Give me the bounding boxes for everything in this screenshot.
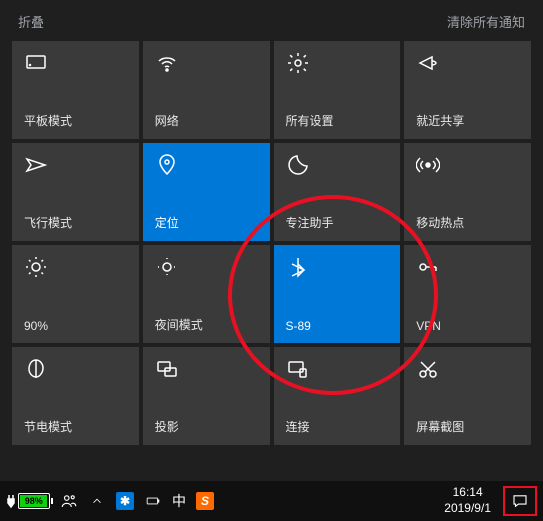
- moon-icon: [286, 153, 310, 177]
- action-center-button[interactable]: [503, 486, 537, 516]
- tile-airplane-mode[interactable]: 飞行模式: [12, 143, 139, 241]
- panel-header: 折叠 清除所有通知: [8, 8, 535, 41]
- clock[interactable]: 16:14 2019/9/1: [440, 485, 495, 516]
- tile-label: 屏幕截图: [416, 418, 519, 435]
- tile-label: 夜间模式: [155, 316, 258, 333]
- tile-all-settings[interactable]: 所有设置: [274, 41, 401, 139]
- tray-right: 16:14 2019/9/1: [440, 485, 537, 516]
- tile-label: 定位: [155, 214, 258, 231]
- clock-date: 2019/9/1: [444, 501, 491, 517]
- location-icon: [155, 153, 179, 177]
- tile-mobile-hotspot[interactable]: 移动热点: [404, 143, 531, 241]
- sogou-ime-icon[interactable]: S: [196, 492, 214, 510]
- collapse-link[interactable]: 折叠: [18, 12, 44, 31]
- tile-label: 平板模式: [24, 112, 127, 129]
- tile-label: 就近共享: [416, 112, 519, 129]
- connect-icon: [286, 357, 310, 381]
- battery-percent: 98%: [20, 495, 47, 507]
- tile-battery-saver[interactable]: 节电模式: [12, 347, 139, 445]
- tile-label: 连接: [286, 418, 389, 435]
- vpn-icon: [416, 255, 440, 279]
- tray-app-blue[interactable]: ✱: [116, 492, 134, 510]
- tile-night-light[interactable]: 夜间模式: [143, 245, 270, 343]
- action-center-panel: 折叠 清除所有通知 平板模式 网络 所有设置 就近共享: [0, 0, 543, 481]
- tile-focus-assist[interactable]: 专注助手: [274, 143, 401, 241]
- quick-actions-grid: 平板模式 网络 所有设置 就近共享 飞行模式: [8, 41, 535, 445]
- tile-bluetooth[interactable]: S-89: [274, 245, 401, 343]
- tile-label: 节电模式: [24, 418, 127, 435]
- tablet-icon: [24, 51, 48, 75]
- tile-screen-snip[interactable]: 屏幕截图: [404, 347, 531, 445]
- tray-left: 98% ✱ 中 S: [6, 491, 214, 511]
- tile-tablet-mode[interactable]: 平板模式: [12, 41, 139, 139]
- snip-icon: [416, 357, 440, 381]
- plug-icon: [6, 493, 16, 509]
- project-icon: [155, 357, 179, 381]
- ime-indicator[interactable]: 中: [172, 491, 186, 511]
- tile-label: 90%: [24, 319, 127, 333]
- taskbar: 98% ✱ 中 S 16:14 2019/9/1: [0, 481, 543, 521]
- tile-nearby-share[interactable]: 就近共享: [404, 41, 531, 139]
- wifi-icon: [155, 51, 179, 75]
- tile-label: S-89: [286, 319, 389, 333]
- people-icon[interactable]: [60, 492, 78, 510]
- sun-icon: [24, 255, 48, 279]
- airplane-icon: [24, 153, 48, 177]
- tile-label: VPN: [416, 319, 519, 333]
- bluetooth-icon: [286, 255, 310, 279]
- leaf-icon: [24, 357, 48, 381]
- clear-all-link[interactable]: 清除所有通知: [447, 12, 525, 31]
- tile-project[interactable]: 投影: [143, 347, 270, 445]
- battery-tray-icon[interactable]: [144, 492, 162, 510]
- tile-label: 飞行模式: [24, 214, 127, 231]
- tile-vpn[interactable]: VPN: [404, 245, 531, 343]
- tile-connect[interactable]: 连接: [274, 347, 401, 445]
- battery-indicator[interactable]: 98%: [6, 493, 50, 509]
- tile-label: 所有设置: [286, 112, 389, 129]
- share-icon: [416, 51, 440, 75]
- tile-location[interactable]: 定位: [143, 143, 270, 241]
- tile-brightness[interactable]: 90%: [12, 245, 139, 343]
- chevron-up-icon[interactable]: [88, 492, 106, 510]
- night-light-icon: [155, 255, 179, 279]
- hotspot-icon: [416, 153, 440, 177]
- battery-icon: 98%: [18, 493, 50, 509]
- notification-icon: [511, 492, 529, 510]
- clock-time: 16:14: [444, 485, 491, 501]
- tile-label: 投影: [155, 418, 258, 435]
- tile-label: 移动热点: [416, 214, 519, 231]
- tile-network[interactable]: 网络: [143, 41, 270, 139]
- tile-label: 专注助手: [286, 214, 389, 231]
- gear-icon: [286, 51, 310, 75]
- tile-label: 网络: [155, 112, 258, 129]
